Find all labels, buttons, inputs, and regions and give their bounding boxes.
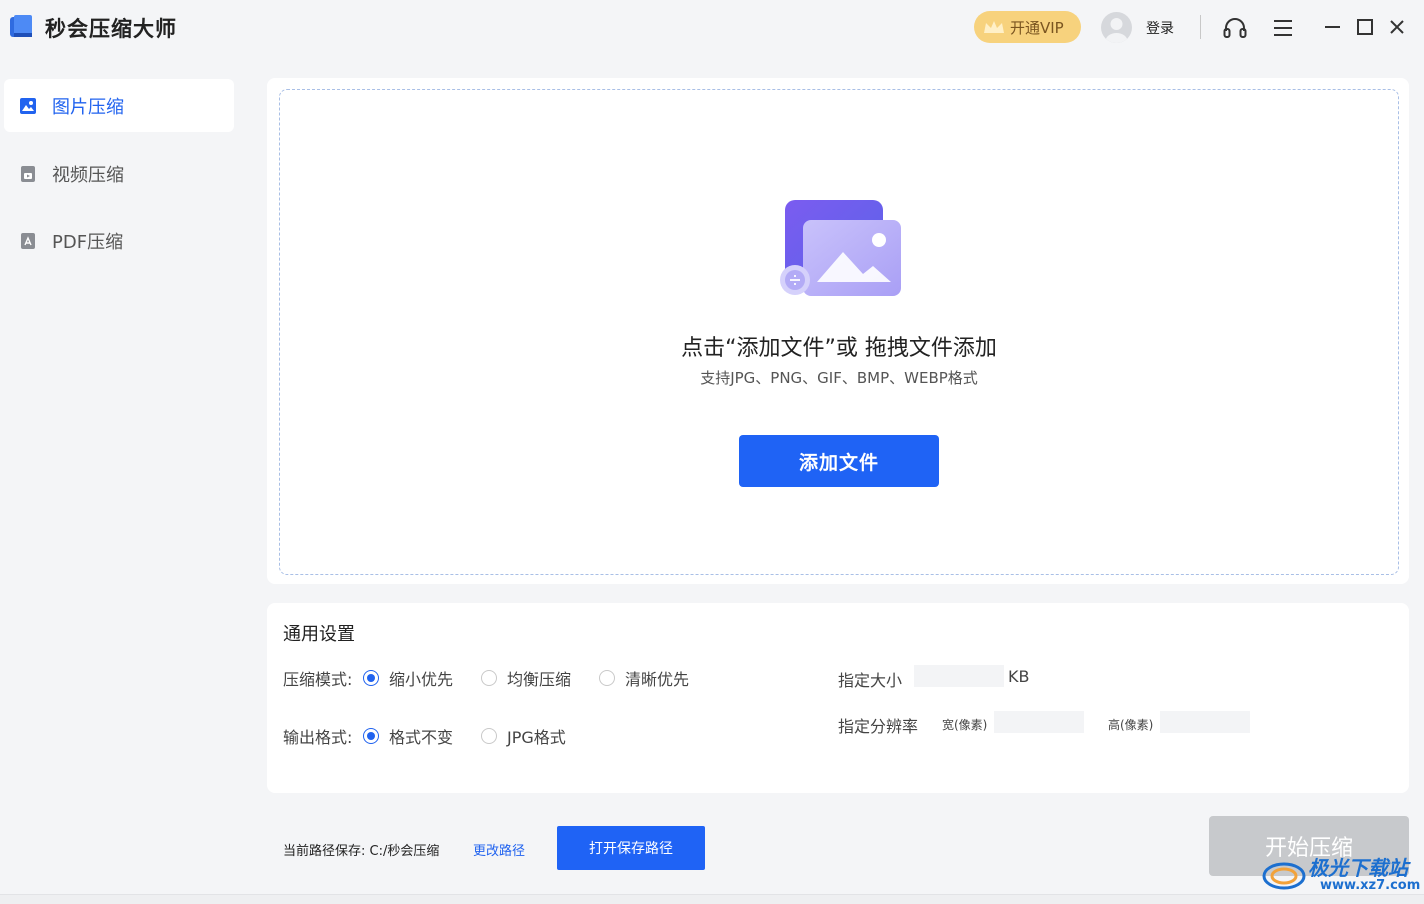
height-input[interactable]: [1160, 711, 1250, 733]
size-unit: KB: [1008, 667, 1030, 686]
avatar[interactable]: [1101, 12, 1132, 43]
app-title: 秒会压缩大师: [45, 17, 177, 41]
crown-icon: [984, 21, 1004, 33]
radio-label: 均衡压缩: [507, 670, 572, 689]
open-save-path-button[interactable]: 打开保存路径: [557, 826, 705, 870]
radio-button[interactable]: [363, 728, 379, 744]
app-logo-icon: [10, 15, 32, 37]
sidebar: 图片压缩 视频压缩 PDF压缩: [0, 56, 250, 904]
sidebar-item-video-compress[interactable]: 视频压缩: [4, 147, 234, 200]
resolution-label: 指定分辨率: [838, 717, 919, 736]
size-input[interactable]: [914, 665, 1004, 687]
menu-icon[interactable]: [1270, 15, 1296, 41]
app-window: 秒会压缩大师 开通VIP 登录 图片压缩 视频压缩 PDF压缩 点击“添加文件”…: [0, 0, 1424, 904]
user-avatar-icon: [1105, 18, 1128, 43]
radio-label: 格式不变: [389, 728, 454, 747]
headset-icon[interactable]: [1222, 15, 1248, 41]
file-drop-zone[interactable]: 点击“添加文件”或 拖拽文件添加 支持JPG、PNG、GIF、BMP、WEBP格…: [279, 89, 1399, 575]
radio-label: 缩小优先: [389, 670, 454, 689]
radio-keep-format[interactable]: 格式不变: [363, 724, 453, 748]
settings-panel: 通用设置 压缩模式: 缩小优先 均衡压缩 清晰优先 输出格式: 格式不变 JPG…: [267, 603, 1409, 793]
maximize-icon[interactable]: [1352, 15, 1378, 41]
radio-label: JPG格式: [507, 728, 566, 747]
radio-shrink-first[interactable]: 缩小优先: [363, 666, 453, 690]
sidebar-item-label: 图片压缩: [52, 96, 124, 118]
vip-button[interactable]: 开通VIP: [974, 11, 1081, 43]
radio-balanced[interactable]: 均衡压缩: [481, 666, 571, 690]
sidebar-item-image-compress[interactable]: 图片压缩: [4, 79, 234, 132]
titlebar-divider: [1200, 15, 1201, 39]
close-icon[interactable]: [1384, 15, 1410, 41]
pdf-icon: [21, 232, 35, 249]
radio-jpg-format[interactable]: JPG格式: [481, 724, 566, 748]
watermark-logo-icon: [1262, 862, 1306, 890]
bottom-divider: [0, 894, 1424, 904]
radio-clarity-first[interactable]: 清晰优先: [599, 666, 689, 690]
watermark-title: 极光下载站: [1308, 856, 1408, 880]
sidebar-item-pdf-compress[interactable]: PDF压缩: [4, 214, 234, 267]
vip-label: 开通VIP: [1010, 18, 1064, 37]
save-path-text: 当前路径保存: C:/秒会压缩: [283, 844, 440, 859]
login-link[interactable]: 登录: [1146, 18, 1174, 38]
title-bar: 秒会压缩大师 开通VIP 登录: [0, 0, 1424, 56]
sidebar-item-label: 视频压缩: [52, 164, 124, 186]
image-upload-illustration-icon: [780, 200, 901, 296]
width-label: 宽(像素): [942, 718, 988, 732]
image-icon: [20, 97, 36, 114]
output-format-label: 输出格式:: [283, 728, 353, 747]
sidebar-item-label: PDF压缩: [52, 231, 124, 253]
drop-card: 点击“添加文件”或 拖拽文件添加 支持JPG、PNG、GIF、BMP、WEBP格…: [267, 78, 1409, 584]
radio-button[interactable]: [481, 728, 497, 744]
add-file-button[interactable]: 添加文件: [739, 435, 939, 487]
radio-label: 清晰优先: [625, 670, 690, 689]
watermark-url: www.xz7.com: [1320, 878, 1421, 893]
width-input[interactable]: [994, 711, 1084, 733]
radio-button[interactable]: [599, 670, 615, 686]
watermark: 极光下载站 www.xz7.com: [1262, 850, 1422, 898]
change-path-link[interactable]: 更改路径: [473, 840, 525, 859]
minimize-icon[interactable]: [1320, 15, 1346, 41]
radio-button[interactable]: [481, 670, 497, 686]
supported-formats-text: 支持JPG、PNG、GIF、BMP、WEBP格式: [700, 369, 978, 387]
settings-title: 通用设置: [283, 624, 355, 645]
height-label: 高(像素): [1108, 718, 1154, 732]
compress-mode-label: 压缩模式:: [283, 670, 353, 689]
drop-title: 点击“添加文件”或 拖拽文件添加: [681, 336, 997, 361]
size-label: 指定大小: [838, 671, 903, 690]
radio-button[interactable]: [363, 670, 379, 686]
video-icon: [21, 165, 35, 182]
